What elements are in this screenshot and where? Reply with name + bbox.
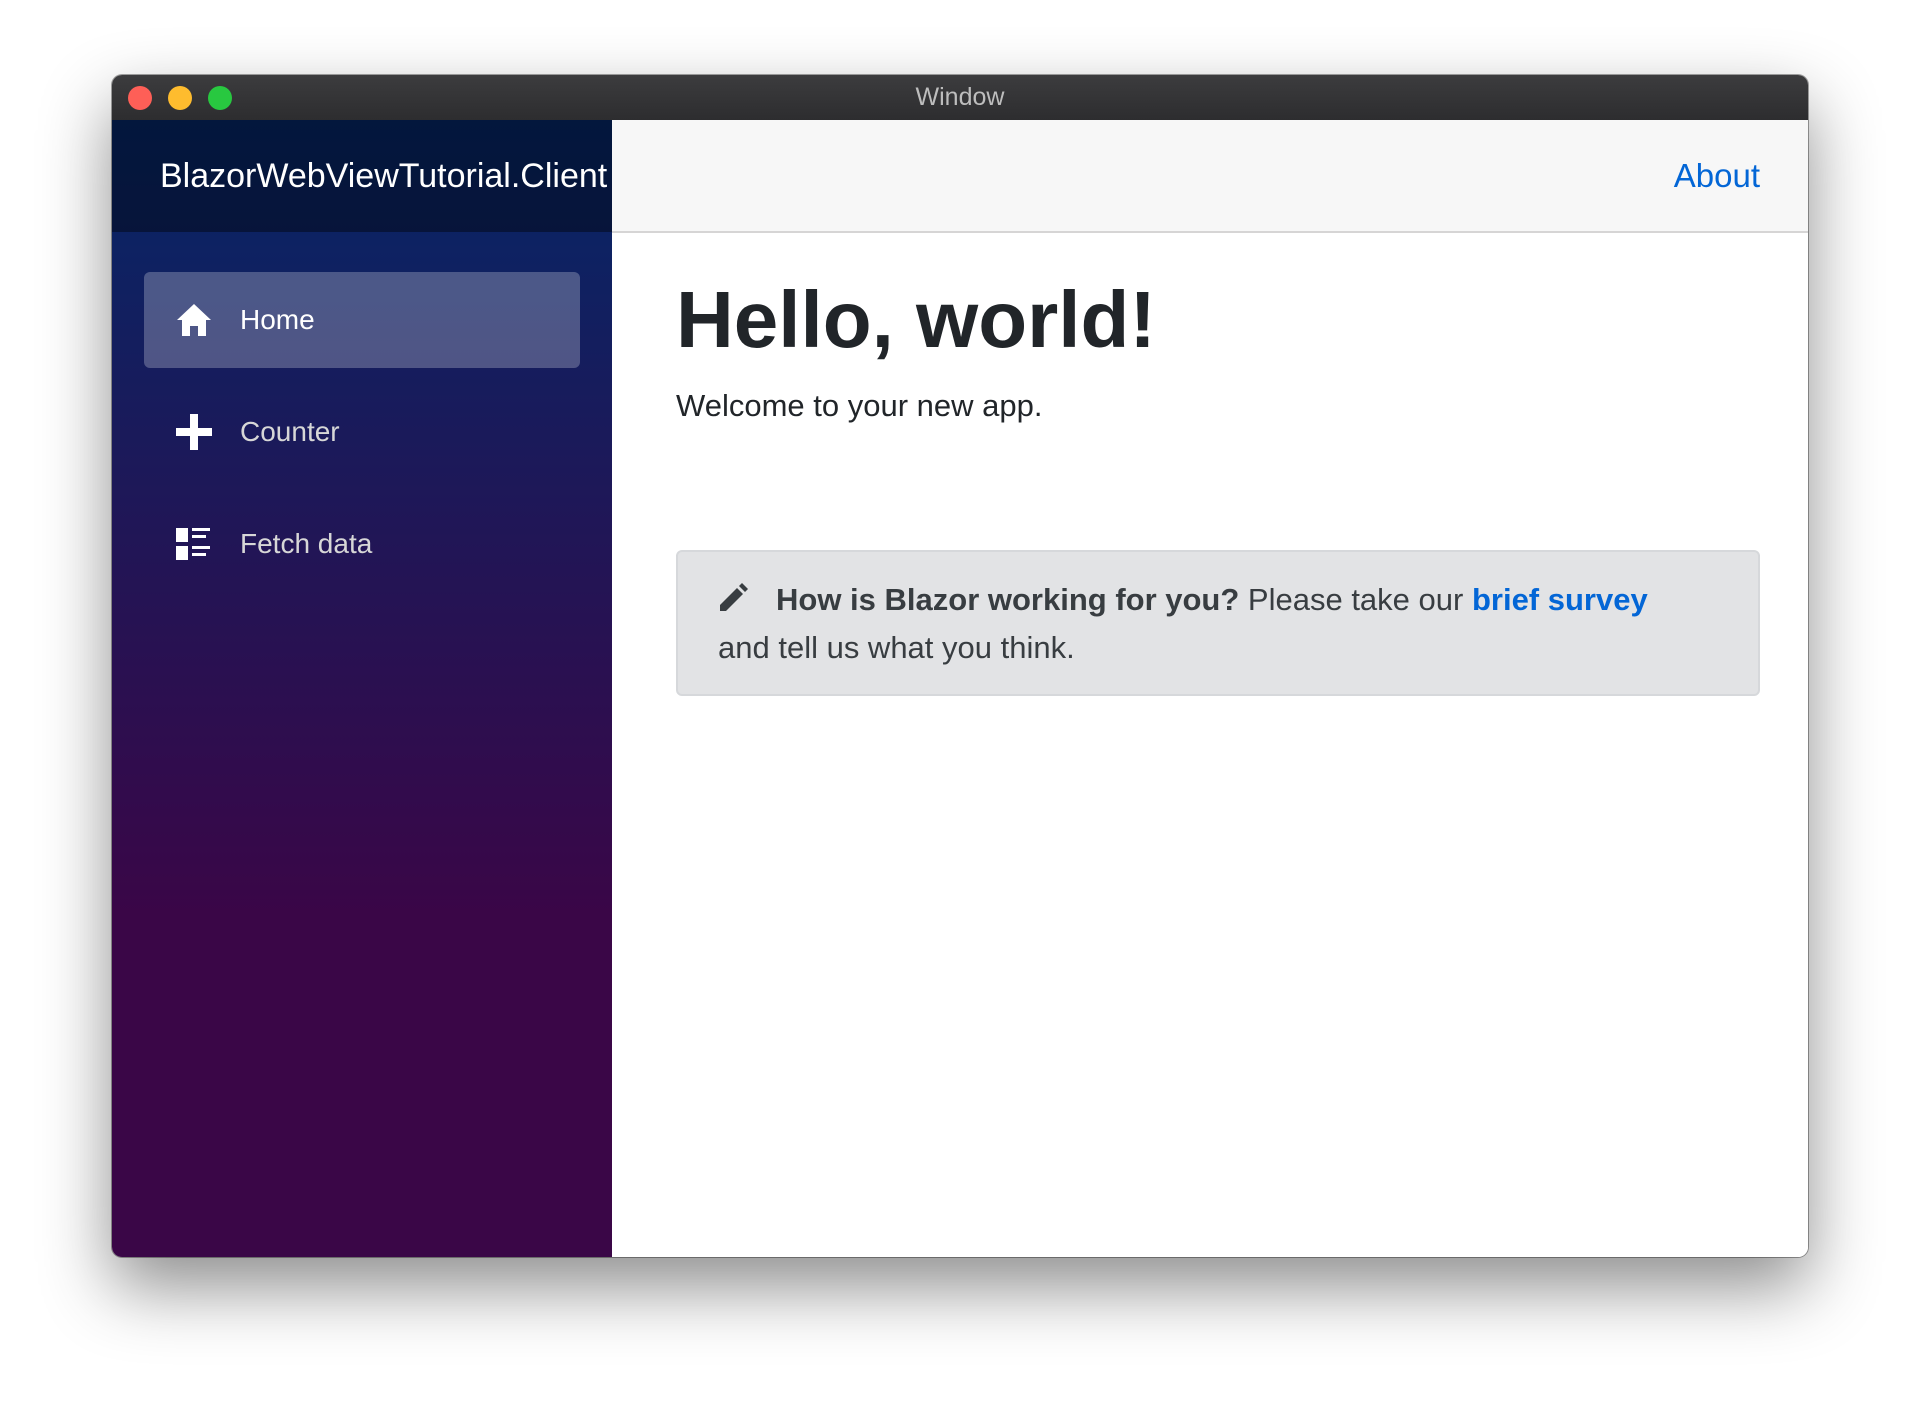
top-row: About — [612, 120, 1808, 233]
brand-link[interactable]: BlazorWebViewTutorial.Client — [160, 120, 607, 232]
sidebar-item-label: Counter — [240, 416, 340, 447]
welcome-text: Welcome to your new app. — [676, 388, 1043, 423]
survey-prompt-text: Please take our — [1239, 582, 1472, 617]
main-content: About Hello, world! Welcome to your new … — [612, 120, 1808, 1257]
survey-question: How is Blazor working for you? — [776, 582, 1240, 617]
sidebar-item-label: Home — [240, 304, 315, 335]
plus-icon — [176, 414, 212, 450]
survey-line-1: How is Blazor working for you? Please ta… — [776, 580, 1648, 620]
window-titlebar[interactable]: Window — [112, 75, 1808, 121]
sidebar-item-fetch-data[interactable]: Fetch data — [144, 496, 580, 592]
sidebar-item-home[interactable]: Home — [144, 272, 580, 368]
list-icon — [176, 528, 210, 560]
about-link[interactable]: About — [1674, 120, 1760, 231]
window-title: Window — [915, 83, 1005, 111]
survey-prompt: How is Blazor working for you? Please ta… — [676, 550, 1760, 696]
survey-link[interactable]: brief survey — [1472, 582, 1648, 617]
desktop-background: Window BlazorWebViewTutorial.Client Home… — [0, 0, 1920, 1406]
pencil-icon — [720, 583, 748, 611]
sidebar-item-label: Fetch data — [240, 528, 373, 559]
sidebar-item-counter[interactable]: Counter — [144, 384, 580, 480]
sidebar: BlazorWebViewTutorial.Client Home Counte… — [112, 120, 612, 1257]
home-icon — [177, 304, 211, 336]
page-title: Hello, world! — [676, 275, 1156, 364]
survey-tail-text: and tell us what you think. — [718, 630, 1075, 665]
brand-bar: BlazorWebViewTutorial.Client — [112, 120, 612, 232]
app-window: Window BlazorWebViewTutorial.Client Home… — [112, 75, 1808, 1257]
